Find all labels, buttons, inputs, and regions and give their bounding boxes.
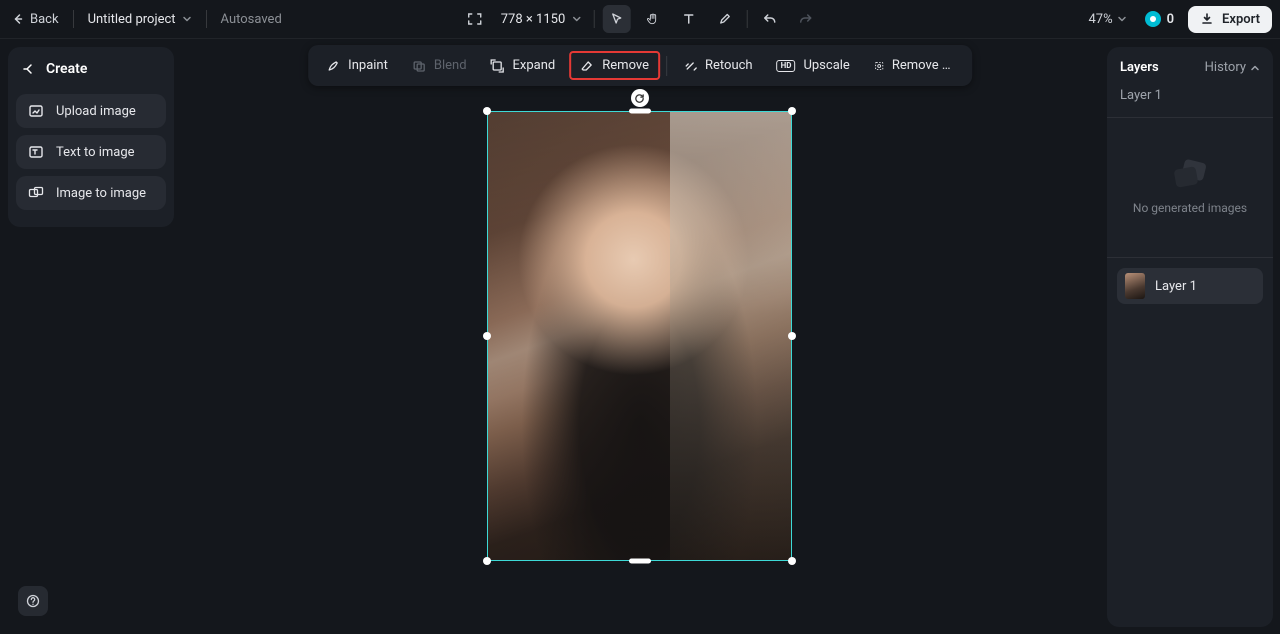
layers-panel-header: Layers History [1107,47,1273,88]
resize-handle-ml[interactable] [483,332,491,340]
back-label: Back [30,12,59,27]
history-label: History [1205,60,1246,75]
resize-handle-tr[interactable] [788,107,796,115]
layer-list: Layer 1 [1107,258,1273,314]
canvas-dim-text: 778 × 1150 [501,12,566,27]
layers-title: Layers [1120,60,1159,75]
resize-handle-tl[interactable] [483,107,491,115]
help-button[interactable] [18,586,48,616]
project-title-dropdown[interactable]: Untitled project [84,8,196,31]
resize-handle-b[interactable] [629,559,651,564]
credits-icon [1145,11,1161,27]
download-icon [1200,12,1214,26]
credits-button[interactable]: 0 [1139,7,1180,31]
fit-icon [467,11,483,27]
brush-tool-button[interactable] [710,5,738,33]
layer-row[interactable]: Layer 1 [1117,268,1263,304]
canvas-dimensions-dropdown[interactable]: 778 × 1150 [497,12,586,27]
back-button[interactable]: Back [8,8,63,31]
body: Create Upload image Text to image Image … [0,39,1280,634]
history-toggle[interactable]: History [1205,60,1260,75]
chevron-down-icon [1117,14,1127,24]
divider [746,10,747,28]
layer-thumbnail [1125,273,1145,299]
project-title-text: Untitled project [88,12,176,27]
selected-image[interactable] [487,111,792,561]
chevron-down-icon [182,14,192,24]
rotate-icon [634,93,645,104]
empty-generations-text: No generated images [1133,201,1247,215]
text-icon [681,12,695,26]
image-content [487,111,792,561]
divider [73,10,74,28]
undo-button[interactable] [755,5,783,33]
chevron-down-icon [571,14,581,24]
chevron-up-icon [1250,63,1260,73]
zoom-dropdown[interactable]: 47% [1084,8,1130,31]
hand-icon [645,12,659,26]
undo-icon [762,12,776,26]
hand-tool-button[interactable] [638,5,666,33]
resize-handle-t[interactable] [629,109,651,114]
brush-icon [717,12,731,26]
resize-handle-br[interactable] [788,557,796,565]
resize-handle-mr[interactable] [788,332,796,340]
empty-generations-icon [1175,161,1205,187]
text-tool-button[interactable] [674,5,702,33]
topbar-left: Back Untitled project Autosaved [8,8,282,31]
current-layer-label[interactable]: Layer 1 [1107,88,1273,118]
fit-to-screen-button[interactable] [461,5,489,33]
topbar-center: 778 × 1150 [461,0,820,39]
layer-row-label: Layer 1 [1155,279,1197,294]
canvas-stage[interactable] [0,39,1107,634]
redo-icon [798,12,812,26]
redo-button[interactable] [791,5,819,33]
export-button[interactable]: Export [1188,6,1272,33]
topbar: Back Untitled project Autosaved 778 × 11… [0,0,1280,39]
layers-panel: Layers History Layer 1 No generated imag… [1107,47,1273,627]
zoom-value: 47% [1088,12,1112,27]
rotate-handle[interactable] [631,89,649,107]
credits-value: 0 [1167,12,1174,27]
resize-handle-bl[interactable] [483,557,491,565]
generated-images-empty: No generated images [1107,118,1273,258]
divider [206,10,207,28]
arrow-left-icon [12,13,24,25]
divider [593,10,594,28]
cursor-icon [609,12,623,26]
autosaved-status: Autosaved [217,12,282,27]
export-label: Export [1222,12,1260,27]
help-icon [26,594,40,608]
topbar-right: 47% 0 Export [1084,6,1272,33]
select-tool-button[interactable] [602,5,630,33]
